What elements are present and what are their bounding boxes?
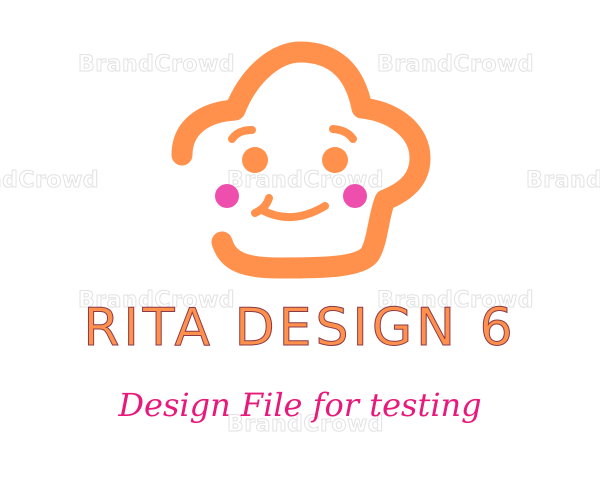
mouth xyxy=(251,194,329,222)
left-cheek xyxy=(215,184,239,208)
logo-canvas: BrandCrowd BrandCrowd BrandCrowd BrandCr… xyxy=(0,0,600,480)
logo-title: RITA DESIGN 6 xyxy=(83,298,517,359)
left-eye xyxy=(242,147,268,173)
right-cheek xyxy=(343,184,367,208)
right-eyebrow xyxy=(329,125,357,143)
left-eyebrow xyxy=(228,126,256,143)
right-eye xyxy=(322,147,348,173)
cloud-outline xyxy=(171,41,431,279)
logo-subtitle: Design File for testing xyxy=(118,386,482,424)
